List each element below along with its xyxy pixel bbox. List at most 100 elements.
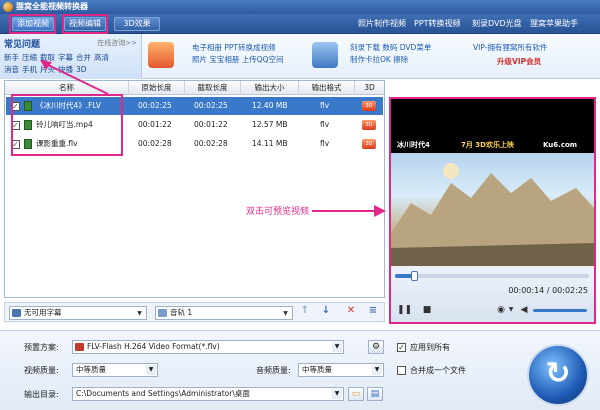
hint-arrow-right-icon bbox=[374, 205, 386, 217]
faq-link-compress[interactable]: 压缩 bbox=[22, 53, 37, 62]
stop-icon[interactable]: ■ bbox=[421, 304, 433, 316]
row-format: flv bbox=[320, 139, 330, 148]
video-quality-value: 中等质量 bbox=[76, 365, 106, 374]
overlay-title: 冰川时代4 bbox=[397, 141, 430, 149]
merge-checkbox[interactable]: ✓ bbox=[397, 366, 406, 375]
promo-dvd-line2[interactable]: 制作卡拉OK 擦除 bbox=[350, 54, 408, 65]
current-time: 00:00:14 bbox=[508, 286, 545, 295]
promo-dvd-line1[interactable]: 刻录下载 数码 DVD菜单 bbox=[350, 42, 431, 53]
video-scene-image bbox=[391, 163, 594, 267]
subtitle-select[interactable]: 无可用字幕 ▼ bbox=[9, 306, 147, 320]
volume-slider[interactable] bbox=[533, 309, 587, 312]
chevron-down-icon[interactable]: ▼ bbox=[505, 304, 517, 316]
promo-ppt-line2[interactable]: 照片 宝宝相册 上传QQ空间 bbox=[192, 54, 284, 65]
faq-title: 常见问题 bbox=[4, 40, 41, 50]
list-properties-icon[interactable]: ≡ bbox=[366, 304, 380, 318]
seek-bar[interactable] bbox=[395, 271, 589, 281]
row-clip: 00:02:28 bbox=[194, 139, 228, 148]
settings-panel: 预置方案: FLV-Flash H.264 Video Format(*.flv… bbox=[0, 330, 600, 410]
row-orig: 00:01:22 bbox=[138, 120, 172, 129]
col-original-length[interactable]: 原始长度 bbox=[129, 81, 185, 95]
3d-icon[interactable]: 3D bbox=[362, 139, 376, 149]
audio-track-icon bbox=[158, 309, 167, 317]
chevron-down-icon: ▼ bbox=[137, 310, 142, 317]
col-3d[interactable]: 3D bbox=[355, 81, 384, 95]
preset-value: FLV-Flash H.264 Video Format(*.flv) bbox=[87, 342, 220, 351]
vip-upgrade-link[interactable]: 升级VIP会员 bbox=[497, 56, 541, 67]
overlay-brand: Ku6.com bbox=[543, 141, 578, 149]
apply-all-label: 应用到所有 bbox=[410, 343, 450, 352]
tab-3d-effect[interactable]: 3D效果 bbox=[114, 17, 160, 31]
convert-refresh-icon: ↻ bbox=[545, 356, 571, 391]
playback-time: 00:00:14 / 00:02:25 bbox=[508, 286, 588, 295]
preset-select[interactable]: FLV-Flash H.264 Video Format(*.flv) ▼ bbox=[72, 340, 344, 354]
chevron-down-icon: ▼ bbox=[332, 342, 342, 352]
link-burn-dvd[interactable]: 刻录DVD光盘 bbox=[472, 18, 522, 30]
row-orig: 00:02:28 bbox=[138, 139, 172, 148]
ppt-promo-icon[interactable] bbox=[148, 42, 174, 68]
vip-promo-text[interactable]: VIP-拥有狸窝所有软件 bbox=[473, 42, 547, 53]
total-time: 00:02:25 bbox=[552, 286, 588, 295]
audio-quality-value: 中等质量 bbox=[302, 365, 332, 374]
dvd-promo-icon[interactable] bbox=[312, 42, 338, 68]
row-clip: 00:02:25 bbox=[194, 101, 228, 110]
preset-label: 预置方案: bbox=[24, 343, 59, 352]
link-apple-helper[interactable]: 狸窝苹果助手 bbox=[530, 18, 578, 30]
row-format: flv bbox=[320, 101, 330, 110]
hint-arrow-up-icon bbox=[40, 60, 109, 95]
highlight-video-edit bbox=[62, 14, 108, 34]
apply-all-checkbox[interactable]: ✓ bbox=[397, 343, 406, 352]
video-frame[interactable]: 冰川时代4 7月 3D欢乐上映 Ku6.com bbox=[391, 137, 594, 267]
seek-handle[interactable] bbox=[411, 271, 419, 281]
video-preview[interactable]: 冰川时代4 7月 3D欢乐上映 Ku6.com 00:00:14 / 00:02… bbox=[389, 97, 596, 324]
delete-icon[interactable]: ✕ bbox=[344, 304, 358, 318]
chevron-down-icon: ▼ bbox=[372, 365, 382, 375]
output-dir-label: 输出目录: bbox=[24, 390, 59, 399]
overlay-date: 7月 3D欢乐上映 bbox=[461, 141, 514, 149]
open-folder-icon[interactable]: ▤ bbox=[367, 387, 383, 401]
video-overlay-banner: 冰川时代4 7月 3D欢乐上映 Ku6.com bbox=[391, 137, 594, 153]
3d-icon[interactable]: 3D bbox=[362, 120, 376, 130]
row-size: 12.57 MB bbox=[252, 120, 288, 129]
player-controls: 00:00:14 / 00:02:25 ❚❚ ■ ◉ ▼ ◀ bbox=[391, 266, 594, 322]
promo-ppt-line1[interactable]: 电子相册 PPT转换成视频 bbox=[192, 42, 276, 53]
audio-track-select[interactable]: 音轨 1 ▼ bbox=[155, 306, 293, 320]
output-dir-value: C:\Documents and Settings\Administrator\… bbox=[76, 389, 250, 398]
audio-track-value: 音轨 1 bbox=[170, 308, 193, 317]
advanced-settings-button[interactable]: ⚙ bbox=[368, 340, 384, 354]
faq-link-mute[interactable]: 消音 bbox=[4, 65, 19, 74]
time-separator: / bbox=[544, 286, 553, 295]
link-ppt-video[interactable]: PPT转换视频 bbox=[414, 18, 461, 30]
preview-hint-annotation: 双击可预览视频 bbox=[246, 207, 310, 217]
convert-button[interactable]: ↻ bbox=[527, 344, 589, 406]
highlight-file-rows bbox=[11, 94, 123, 156]
move-up-icon[interactable]: ↑ bbox=[298, 304, 312, 318]
row-size: 14.11 MB bbox=[252, 139, 288, 148]
app-title: 狸窝全能视频转换器 bbox=[16, 2, 88, 11]
subtitle-icon bbox=[12, 309, 21, 317]
title-bar: 狸窝全能视频转换器 bbox=[0, 0, 600, 14]
3d-icon[interactable]: 3D bbox=[362, 101, 376, 111]
output-dir-field[interactable]: C:\Documents and Settings\Administrator\… bbox=[72, 387, 344, 401]
link-photo-video[interactable]: 照片制作视频 bbox=[358, 18, 406, 30]
video-quality-label: 视频质量: bbox=[24, 366, 59, 375]
format-icon bbox=[75, 343, 84, 351]
merge-label: 合并成一个文件 bbox=[410, 366, 466, 375]
audio-quality-label: 音频质量: bbox=[256, 366, 291, 375]
faq-online-link[interactable]: 在线咨询>> bbox=[97, 38, 137, 48]
col-output-format[interactable]: 输出格式 bbox=[299, 81, 355, 95]
pause-icon[interactable]: ❚❚ bbox=[397, 304, 412, 316]
browse-folder-icon[interactable]: ▭ bbox=[348, 387, 364, 401]
subtitle-value: 无可用字幕 bbox=[24, 308, 62, 317]
faq-link-phone[interactable]: 手机 bbox=[22, 65, 37, 74]
audio-quality-select[interactable]: 中等质量 ▼ bbox=[298, 363, 384, 377]
chevron-down-icon: ▼ bbox=[146, 365, 156, 375]
row-orig: 00:02:25 bbox=[138, 101, 172, 110]
faq-link-newbie[interactable]: 新手 bbox=[4, 53, 19, 62]
col-clip-length[interactable]: 截取长度 bbox=[185, 81, 241, 95]
volume-icon[interactable]: ◀ bbox=[518, 304, 530, 316]
app-logo-icon bbox=[3, 2, 13, 12]
video-quality-select[interactable]: 中等质量 ▼ bbox=[72, 363, 158, 377]
col-output-size[interactable]: 输出大小 bbox=[241, 81, 299, 95]
move-down-icon[interactable]: ↓ bbox=[319, 304, 333, 318]
